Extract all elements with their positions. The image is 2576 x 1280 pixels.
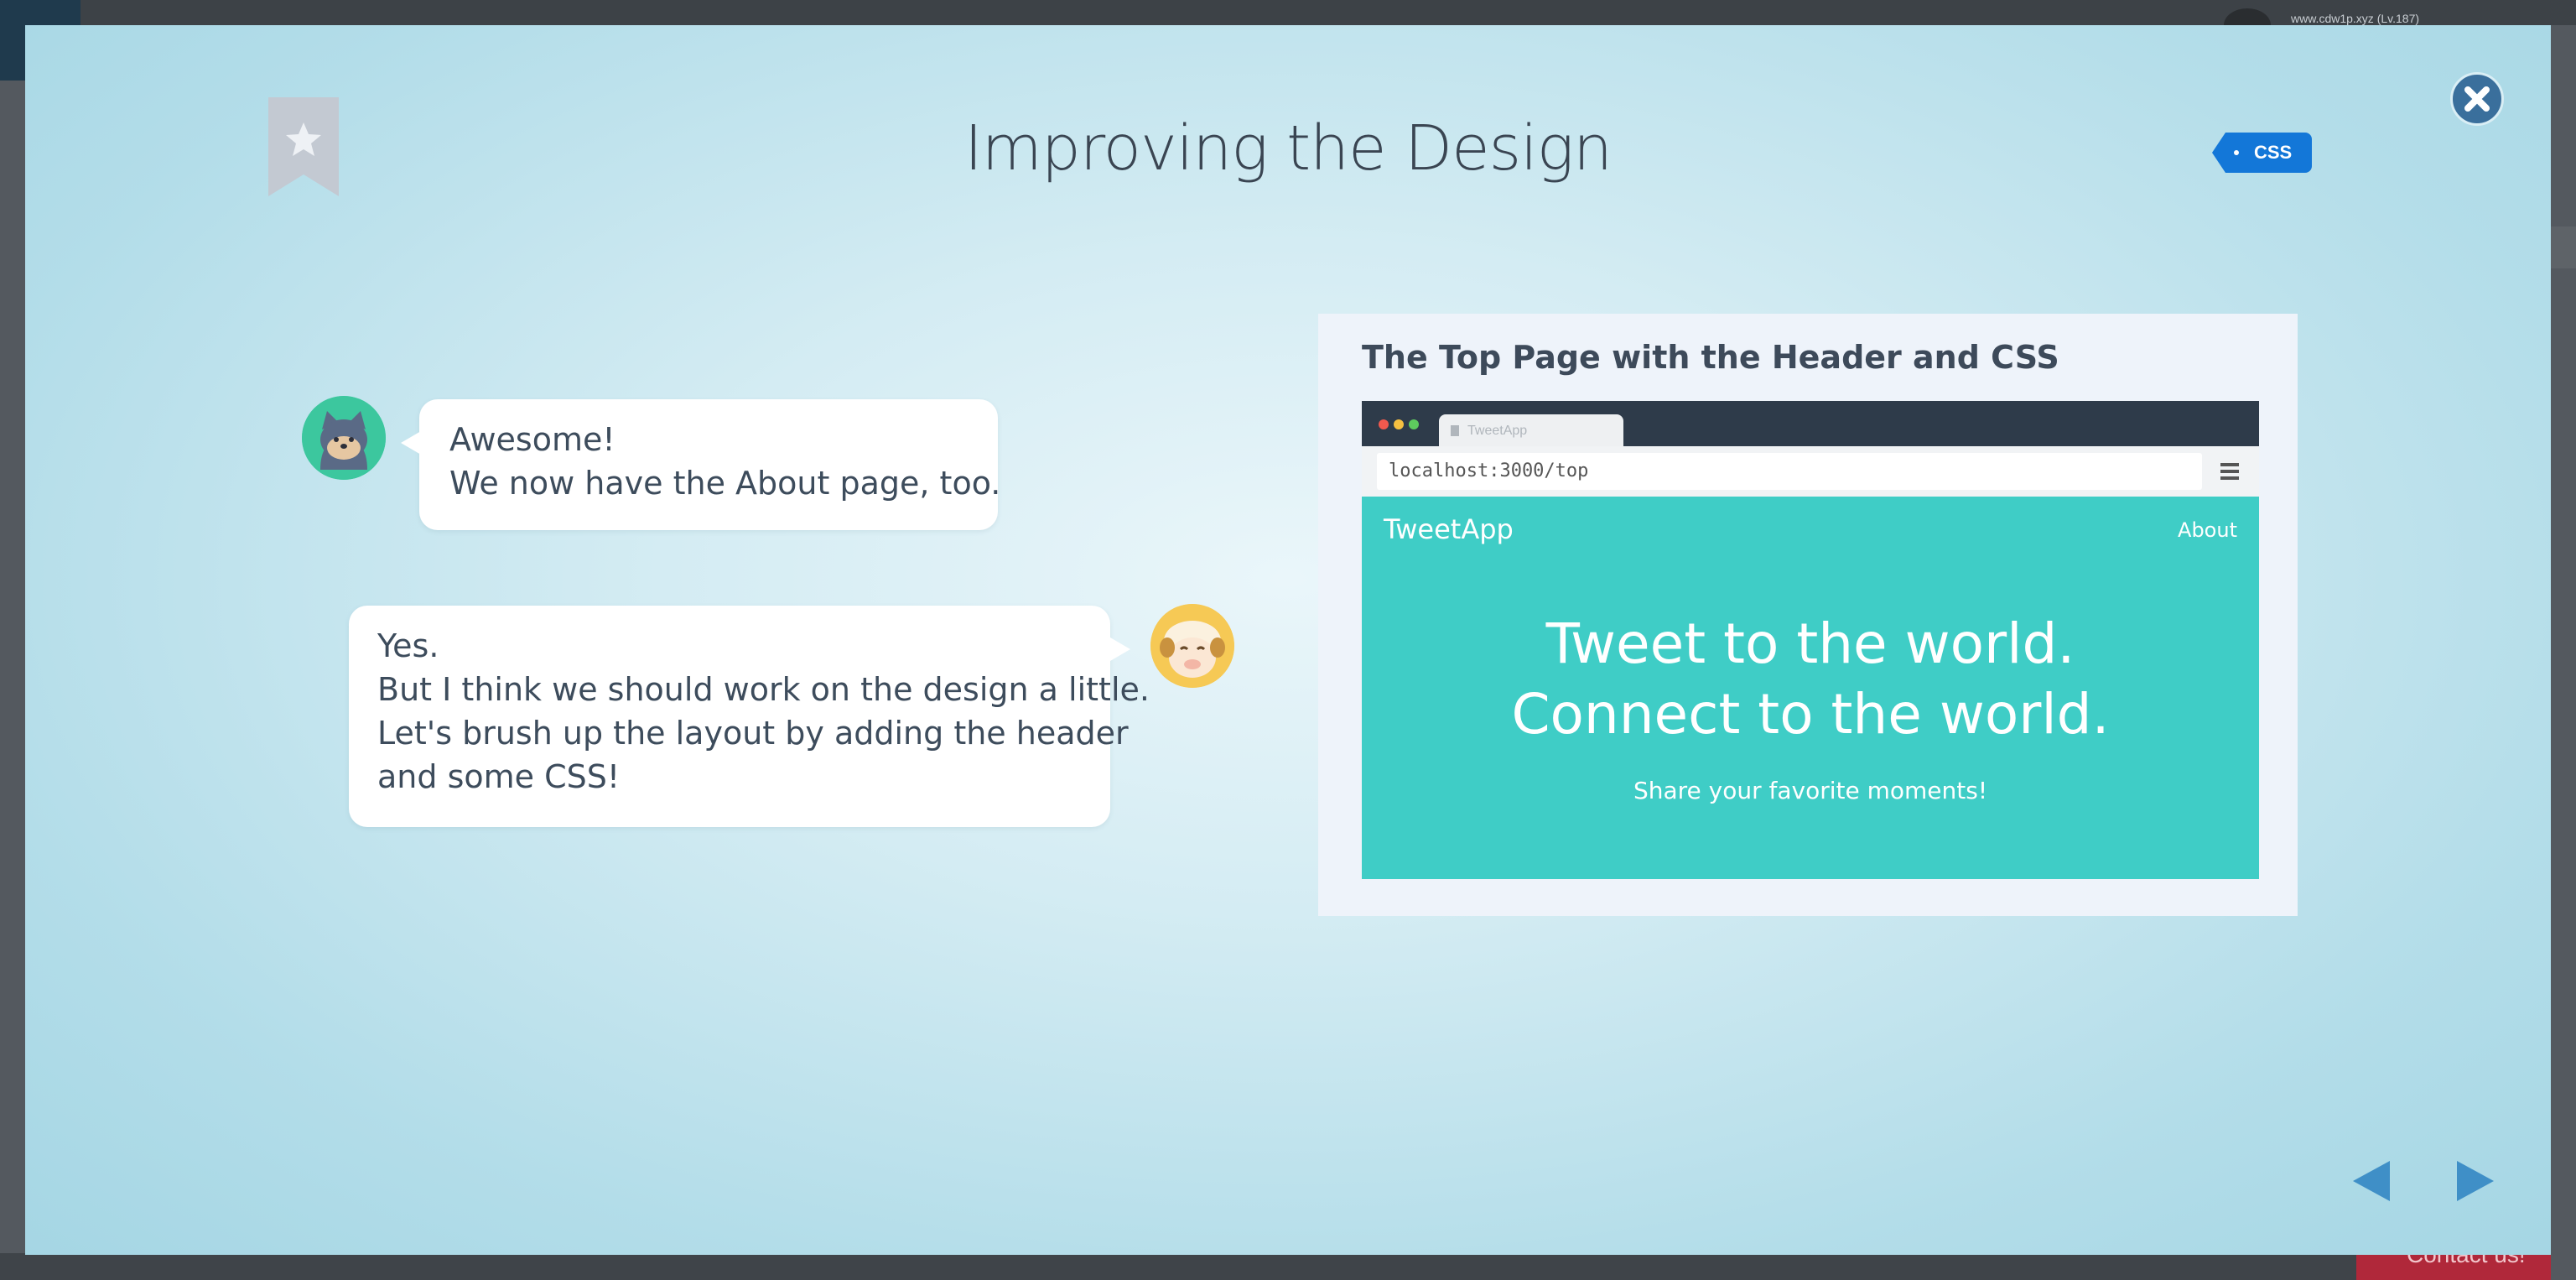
chat-bubble-cat: Awesome! We now have the About page, too… [401,399,1001,530]
previous-slide-icon[interactable] [2353,1161,2390,1201]
background-user-label: www.cdw1p.xyz (Lv.187) [2291,12,2420,25]
site-hero: Tweet to the world. Connect to the world… [1362,609,2259,750]
next-slide-icon[interactable] [2457,1161,2494,1201]
window-maximize-dot [1409,419,1419,429]
close-button[interactable] [2450,72,2504,126]
browser-url-field: localhost:3000/top [1377,453,2202,490]
browser-address-row: localhost:3000/top [1362,446,2259,497]
hero-line: Tweet to the world. [1545,611,2075,676]
background-scrollbar [2549,226,2576,268]
tag-arrow-shape [2212,133,2225,173]
chat-line: Awesome! [449,421,615,458]
window-minimize-dot [1394,419,1404,429]
tag-label: CSS [2254,142,2293,163]
page-icon [1451,425,1459,436]
card-title: The Top Page with the Header and CSS [1362,339,2059,376]
sheep-face-icon [1150,604,1234,688]
cat-avatar [302,396,386,480]
tag-dot [2234,150,2239,155]
browser-mockup: TweetApp localhost:3000/top TweetApp Abo… [1362,401,2259,879]
chat-line: But I think we should work on the design… [377,671,1150,708]
hero-line: Connect to the world. [1511,682,2110,747]
background-topbar [0,0,2576,25]
chat-line: and some CSS! [377,758,621,795]
browser-titlebar: TweetApp [1362,401,2259,446]
site-hero-subtitle: Share your favorite moments! [1633,777,1988,804]
background-bottom-bar [0,1253,2356,1280]
slide-example-card: The Top Page with the Header and CSS Twe… [1318,314,2298,916]
site-nav-about: About [2178,518,2237,542]
browser-tab-label: TweetApp [1467,424,1528,438]
window-close-dot [1379,419,1389,429]
slide-title: Improving the Design [963,112,1613,185]
css-tag: CSS [2212,133,2313,173]
browser-tab: TweetApp [1439,414,1623,446]
tag-body: CSS [2225,133,2313,173]
chat-bubble-sheep: Yes. But I think we should work on the d… [349,606,1150,827]
chat-line: We now have the About page, too. [449,465,1001,502]
cat-face-icon [302,396,386,480]
chat-line: Yes. [377,627,439,664]
chat-line: Let's brush up the layout by adding the … [377,715,1129,752]
close-icon [2464,86,2490,112]
menu-icon [2220,463,2239,480]
slide-modal: Improving the Design CSS Awesome! We now… [25,25,2551,1255]
sheep-avatar [1150,604,1234,688]
site-brand: TweetApp [1384,513,1514,545]
